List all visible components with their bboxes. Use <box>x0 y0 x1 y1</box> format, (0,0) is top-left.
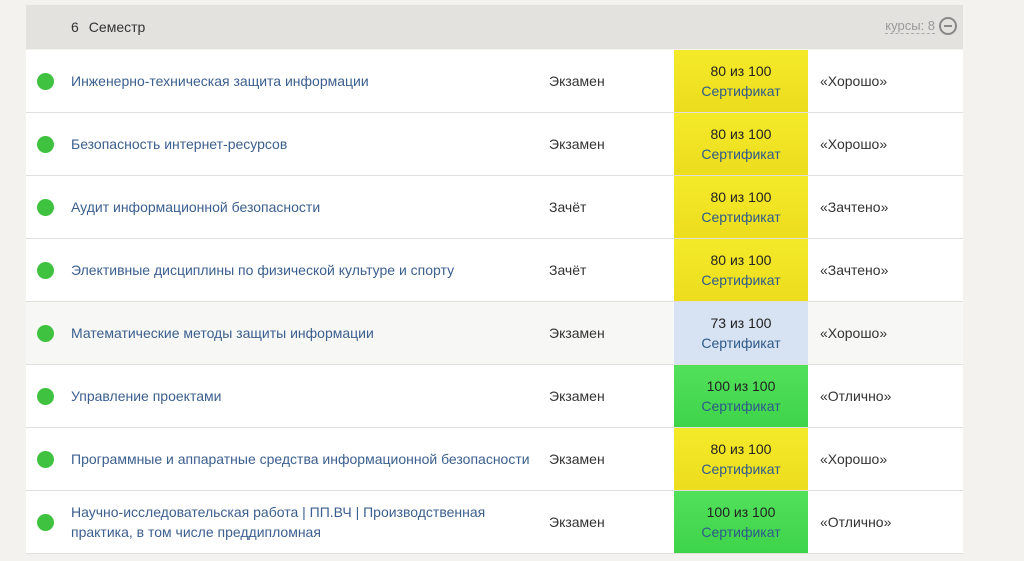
grade: «Зачтено» <box>820 199 889 215</box>
grade: «Хорошо» <box>820 451 888 467</box>
certificate-link[interactable]: Сертификат <box>701 459 780 479</box>
score-value: 80 из 100 <box>710 252 772 268</box>
course-name-link[interactable]: Программные и аппаратные средства информ… <box>71 449 541 469</box>
score-value: 100 из 100 <box>706 378 776 394</box>
course-row: Инженерно-техническая защита информации … <box>26 50 963 113</box>
score-value: 80 из 100 <box>710 189 772 205</box>
course-name-link[interactable]: Аудит информационной безопасности <box>71 197 541 217</box>
status-dot-icon <box>37 261 54 279</box>
semester-header: 6 Семестр курсы: 8 <box>26 5 963 49</box>
course-row: Программные и аппаратные средства информ… <box>26 428 963 491</box>
status-dot-icon <box>37 198 54 216</box>
semester-block: 6 Семестр курсы: 8 Инженерно-техническая… <box>26 5 963 554</box>
assessment-type: Экзамен <box>549 514 605 530</box>
score-value: 80 из 100 <box>710 126 772 142</box>
assessment-type: Экзамен <box>549 136 605 152</box>
score-cell: 80 из 100 Сертификат <box>674 113 808 175</box>
course-row: Математические методы защиты информации … <box>26 302 963 365</box>
grade: «Отлично» <box>820 514 892 530</box>
semester-number: 6 <box>71 19 79 35</box>
courses-count-label[interactable]: курсы: 8 <box>885 18 935 34</box>
course-name-link[interactable]: Инженерно-техническая защита информации <box>71 71 541 91</box>
score-value: 80 из 100 <box>710 441 772 457</box>
certificate-link[interactable]: Сертификат <box>701 207 780 227</box>
grade: «Хорошо» <box>820 136 888 152</box>
score-cell: 80 из 100 Сертификат <box>674 428 808 490</box>
courses-toggle[interactable]: курсы: 8 <box>885 17 957 35</box>
score-cell: 80 из 100 Сертификат <box>674 239 808 301</box>
status-dot-icon <box>37 135 54 153</box>
score-cell: 100 из 100 Сертификат <box>674 365 808 427</box>
course-name-link[interactable]: Элективные дисциплины по физической куль… <box>71 260 541 280</box>
grade: «Отлично» <box>820 388 892 404</box>
score-value: 80 из 100 <box>710 63 772 79</box>
score-cell: 80 из 100 Сертификат <box>674 50 808 112</box>
status-dot-icon <box>37 450 54 468</box>
course-name-link[interactable]: Научно-исследовательская работа | ПП.ВЧ … <box>71 502 541 542</box>
certificate-link[interactable]: Сертификат <box>701 270 780 290</box>
course-name-link[interactable]: Управление проектами <box>71 386 541 406</box>
grade: «Хорошо» <box>820 325 888 341</box>
collapse-icon[interactable] <box>939 17 957 35</box>
assessment-type: Экзамен <box>549 73 605 89</box>
assessment-type: Экзамен <box>549 325 605 341</box>
course-row: Управление проектами Экзамен 100 из 100 … <box>26 365 963 428</box>
assessment-type: Зачёт <box>549 262 587 278</box>
assessment-type: Зачёт <box>549 199 587 215</box>
course-name-link[interactable]: Математические методы защиты информации <box>71 323 541 343</box>
course-row: Безопасность интернет-ресурсов Экзамен 8… <box>26 113 963 176</box>
assessment-type: Экзамен <box>549 451 605 467</box>
grade: «Хорошо» <box>820 73 888 89</box>
certificate-link[interactable]: Сертификат <box>701 81 780 101</box>
status-dot-icon <box>37 387 54 405</box>
course-row: Элективные дисциплины по физической куль… <box>26 239 963 302</box>
assessment-type: Экзамен <box>549 388 605 404</box>
semester-title: Семестр <box>88 19 146 35</box>
certificate-link[interactable]: Сертификат <box>701 144 780 164</box>
score-cell: 73 из 100 Сертификат <box>674 302 808 364</box>
status-dot-icon <box>37 72 54 90</box>
score-value: 73 из 100 <box>710 315 772 331</box>
grade: «Зачтено» <box>820 262 889 278</box>
course-list: Инженерно-техническая защита информации … <box>26 50 963 554</box>
course-row: Аудит информационной безопасности Зачёт … <box>26 176 963 239</box>
score-cell: 100 из 100 Сертификат <box>674 491 808 553</box>
status-dot-icon <box>37 513 54 531</box>
certificate-link[interactable]: Сертификат <box>701 333 780 353</box>
status-dot-icon <box>37 324 54 342</box>
score-value: 100 из 100 <box>706 504 776 520</box>
certificate-link[interactable]: Сертификат <box>701 396 780 416</box>
score-cell: 80 из 100 Сертификат <box>674 176 808 238</box>
course-row: Научно-исследовательская работа | ПП.ВЧ … <box>26 491 963 554</box>
course-name-link[interactable]: Безопасность интернет-ресурсов <box>71 134 541 154</box>
certificate-link[interactable]: Сертификат <box>701 522 780 542</box>
